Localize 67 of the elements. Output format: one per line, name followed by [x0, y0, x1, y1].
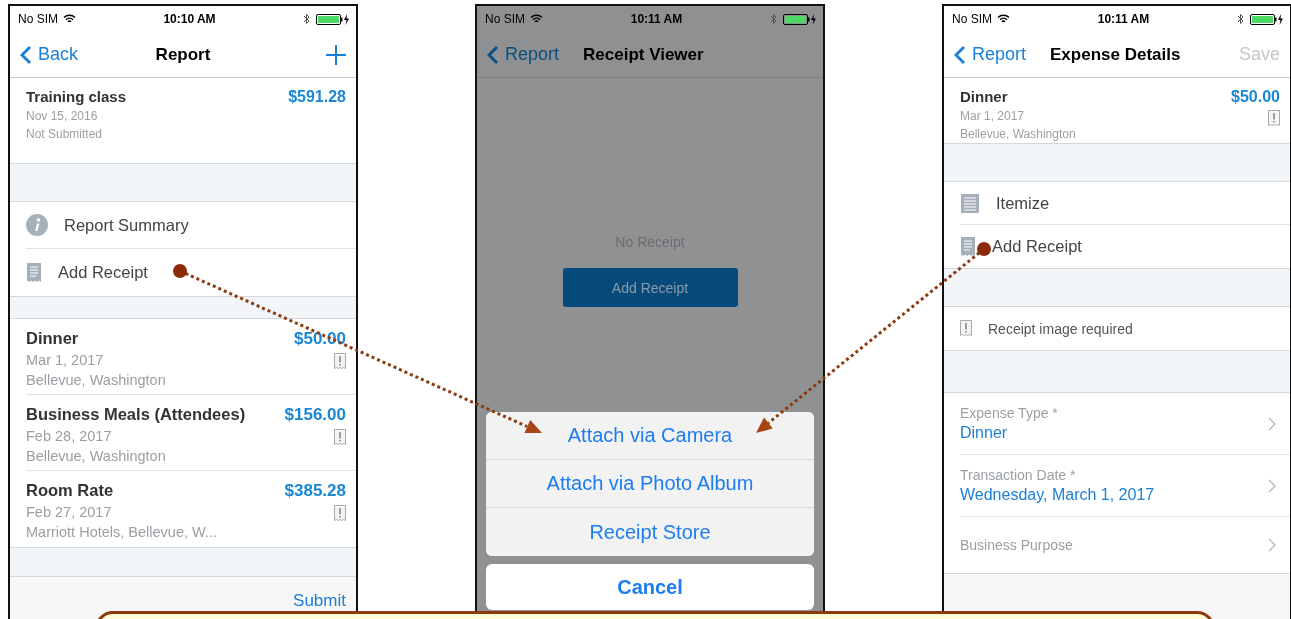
battery-icon [1250, 13, 1284, 25]
carrier-text: No SIM [952, 12, 992, 26]
menu-item[interactable]: Itemize [996, 193, 1050, 213]
field-label: Transaction Date * [960, 467, 1077, 483]
expense-location: Marriott Hotels, Bellevue, W... [26, 524, 218, 540]
expense-location: Bellevue, Washington [26, 372, 167, 388]
cancel-button[interactable]: Cancel [486, 564, 814, 610]
expense-amount: $156.00 [284, 405, 346, 425]
wifi-icon [530, 14, 543, 24]
field-value: Wednesday, March 1, 2017 [960, 486, 1156, 504]
warning-text: Receipt image required [988, 320, 1133, 337]
expense-date: Feb 28, 2017 [26, 428, 113, 444]
menu-item[interactable]: Add Receipt [58, 263, 148, 282]
back-chevron-icon [487, 44, 499, 65]
missing-receipt-icon [960, 320, 972, 337]
expense-title: Dinner [960, 88, 1009, 105]
plus-icon [326, 44, 346, 65]
report-total: $591.28 [288, 88, 346, 107]
receipt-icon [960, 235, 976, 258]
expense-amount: $50.00 [1231, 88, 1280, 106]
chevron-right-icon [1268, 478, 1276, 493]
status-time: 10:10 AM [162, 12, 217, 26]
field-value: Dinner [960, 424, 1009, 442]
info-icon [26, 214, 48, 236]
expense-amount: $385.28 [284, 481, 346, 501]
receipt-icon [26, 261, 42, 284]
chevron-right-icon [1268, 416, 1276, 431]
report-title: Training class [26, 88, 128, 105]
field-label: Business Purpose [960, 537, 1074, 553]
notepad-icon [960, 192, 980, 214]
field-label: Expense Type * [960, 405, 1059, 421]
expense-location: Bellevue, Washington [26, 448, 167, 464]
add-button[interactable] [326, 44, 346, 65]
battery-icon [316, 13, 350, 25]
bluetooth-icon [770, 13, 777, 25]
carrier-text: No SIM [485, 12, 525, 26]
chevron-right-icon [1268, 538, 1276, 552]
report-date: Nov 15, 2016 [26, 109, 99, 123]
expense-title: Room Rate [26, 481, 115, 500]
wifi-icon [997, 14, 1010, 24]
menu-item[interactable]: Add Receipt [992, 237, 1082, 256]
expense-title: Business Meals (Attendees) [26, 405, 247, 424]
action-sheet-option[interactable]: Attach via Camera [486, 412, 814, 460]
carrier-text: No SIM [18, 12, 58, 26]
screen-title: Expense Details [1050, 44, 1181, 65]
expense-date: Feb 27, 2017 [26, 504, 113, 520]
back-chevron-icon [954, 44, 966, 65]
expense-date: Mar 1, 2017 [26, 352, 105, 368]
back-chevron-icon [20, 44, 32, 65]
wifi-icon [63, 14, 76, 24]
add-receipt-button[interactable]: Add Receipt [562, 268, 738, 307]
back-button[interactable]: Report [954, 44, 1027, 65]
back-button[interactable]: Report [487, 44, 560, 65]
bluetooth-icon [303, 13, 310, 25]
expense-title: Dinner [26, 329, 80, 348]
report-status: Not Submitted [26, 127, 104, 141]
expense-date: Mar 1, 2017 [960, 109, 1026, 123]
bluetooth-icon [1237, 13, 1244, 25]
screen-title: Report [155, 44, 211, 65]
status-time: 10:11 AM [629, 12, 684, 26]
status-time: 10:11 AM [1096, 12, 1151, 26]
menu-item[interactable]: Report Summary [64, 215, 189, 235]
screen-title: Receipt Viewer [583, 44, 704, 65]
back-button[interactable]: Back [20, 44, 79, 65]
submit-button[interactable]: Submit [293, 589, 346, 613]
battery-icon [783, 13, 817, 25]
expense-location: Bellevue, Washington [960, 127, 1077, 141]
